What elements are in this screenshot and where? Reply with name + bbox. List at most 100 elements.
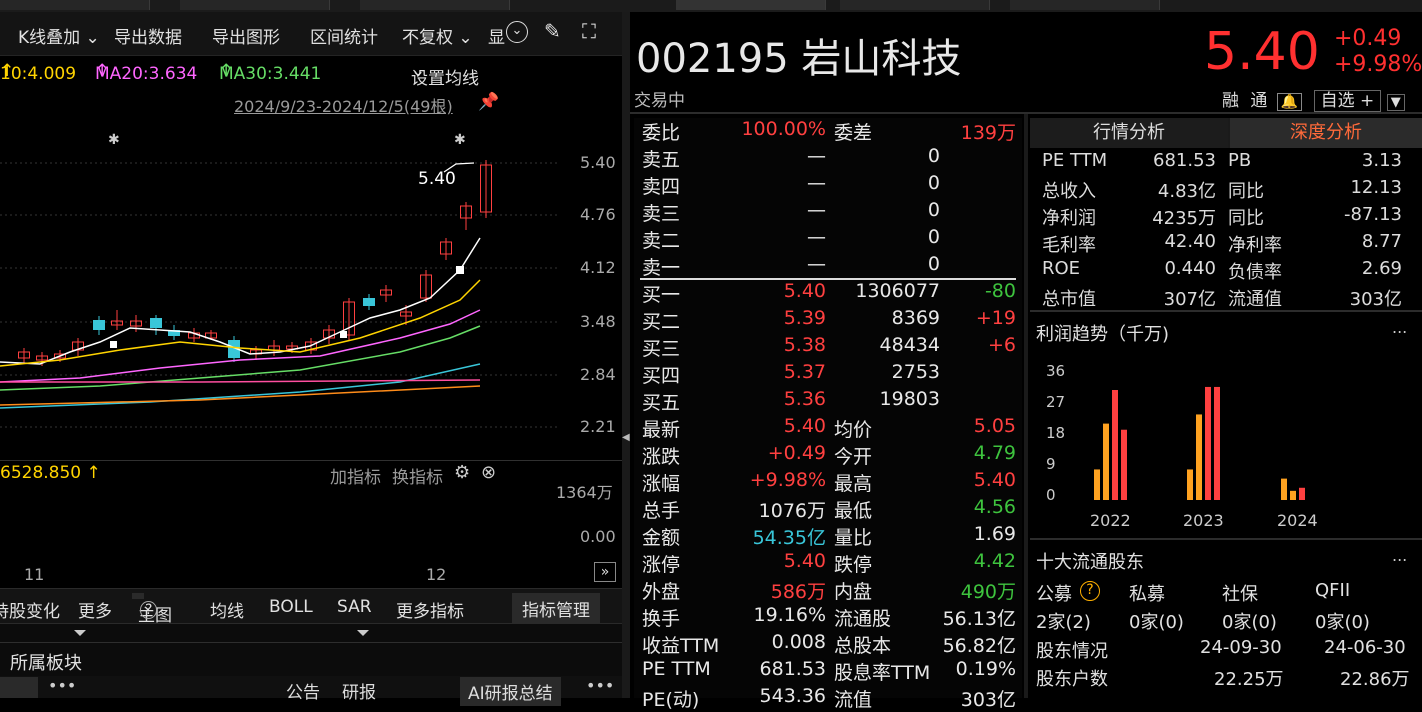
more-icon[interactable]: ... <box>1392 546 1407 565</box>
help-icon[interactable]: ? <box>1080 581 1100 601</box>
tab-main-chart[interactable]: 主图? <box>132 593 172 626</box>
draw-pen-icon[interactable]: ✎ <box>544 19 561 43</box>
value: 4.83亿 <box>1157 181 1216 202</box>
ai-summary-button[interactable]: AI研报总结 <box>460 677 561 706</box>
kline-overlay-menu[interactable]: K线叠加 ⌄ <box>18 23 100 48</box>
value: 490万 <box>960 581 1016 603</box>
set-ma-menu[interactable]: 设置均线 ⌄ <box>411 61 479 89</box>
tab-more[interactable]: 更多 <box>78 597 112 622</box>
window-tab[interactable] <box>0 0 150 10</box>
holder-count: 0家(0) <box>1129 612 1184 633</box>
y-tick: 4.12 <box>580 258 616 277</box>
stat-row: 换手 19.16% 流通股 56.13亿 <box>634 604 1022 631</box>
volume: 1306077 <box>855 280 940 302</box>
gear-icon[interactable]: ⚙ <box>454 462 470 483</box>
kline-chart[interactable] <box>0 120 622 460</box>
top-holders-title: 十大流通股东 <box>1036 552 1144 573</box>
export-data-button[interactable]: 导出数据 <box>114 23 182 48</box>
profit-y-tick: 36 <box>1046 362 1065 380</box>
switch-indicator-button[interactable]: 换指标 <box>392 463 443 488</box>
more-icon[interactable]: ... <box>1392 318 1407 337</box>
connect-badge[interactable]: 通 <box>1250 91 1267 111</box>
value: 19.16% <box>753 604 826 626</box>
event-marker-icon[interactable]: ✱ <box>108 132 120 148</box>
more-icon[interactable]: ••• <box>586 676 614 695</box>
tab-holding-change[interactable]: 持股变化 <box>0 597 60 622</box>
ma30-value: MA30:3.441 ↑ <box>219 61 322 84</box>
add-watchlist-button[interactable]: 自选 + <box>1313 90 1382 112</box>
kline-overlay-label: K线叠加 <box>18 28 81 48</box>
window-tab[interactable] <box>1010 0 1160 10</box>
change: +6 <box>987 334 1016 356</box>
sector-panel-header: 所属板块 <box>0 642 622 676</box>
tab-ma[interactable]: 均线 <box>210 597 244 622</box>
margin-badge[interactable]: 融 <box>1222 91 1239 111</box>
panel-divider[interactable]: ◀ <box>622 12 630 698</box>
tab-boll[interactable]: BOLL <box>269 597 313 617</box>
value: +9.98% <box>749 469 826 491</box>
more-icon[interactable]: ••• <box>48 676 76 695</box>
value: 681.53 <box>1153 150 1216 171</box>
collapse-arrow-icon[interactable] <box>357 630 369 636</box>
price: 5.36 <box>783 388 826 410</box>
window-tab-strip <box>0 0 1422 12</box>
value: 5.40 <box>783 550 826 572</box>
holder-type-tab[interactable]: 社保 <box>1222 580 1258 606</box>
window-tab[interactable] <box>360 0 510 10</box>
ask-row: 卖二 —0 <box>634 226 1022 253</box>
tab-sar[interactable]: SAR <box>337 597 372 617</box>
profit-bar <box>1121 429 1127 500</box>
current-price: 5.40 <box>1204 22 1320 82</box>
price: 5.38 <box>783 334 826 356</box>
y-tick: 4.76 <box>580 205 616 224</box>
tab-more-indicators[interactable]: 更多指标 <box>396 597 464 622</box>
candle-body <box>150 318 162 328</box>
window-tab[interactable] <box>676 0 826 10</box>
volume: 0 <box>927 172 940 194</box>
pin-icon[interactable]: 📌 <box>478 92 499 112</box>
tab-research[interactable]: 研报 <box>342 678 376 703</box>
watchlist-dropdown-icon[interactable]: ▼ <box>1386 94 1405 111</box>
value: 22.86万 <box>1340 669 1410 690</box>
window-tab[interactable] <box>180 0 330 10</box>
close-icon[interactable]: ⊗ <box>481 462 496 483</box>
holder-type-tab[interactable]: 私募 <box>1129 580 1165 606</box>
date: 24-09-30 <box>1200 637 1282 658</box>
fullscreen-icon[interactable]: ⛶ <box>582 19 596 43</box>
tab-announcements[interactable]: 公告 <box>286 678 320 703</box>
analysis-tabs: 行情分析 深度分析 <box>1030 118 1422 148</box>
event-marker-icon[interactable]: ✱ <box>454 132 466 148</box>
tab-market-analysis[interactable]: 行情分析 <box>1030 118 1228 148</box>
scroll-right-icon[interactable]: » <box>594 562 616 582</box>
add-indicator-button[interactable]: 加指标 <box>330 463 381 488</box>
label: 股东户数 <box>1036 669 1108 690</box>
tab-deep-analysis[interactable]: 深度分析 <box>1230 118 1422 148</box>
adjust-menu[interactable]: 不复权 ⌄ <box>402 23 473 48</box>
profit-bar <box>1205 386 1211 500</box>
profit-year-label: 2023 <box>1183 511 1224 530</box>
holder-type-tab[interactable]: QFII <box>1315 580 1350 601</box>
window-tab[interactable] <box>840 0 990 10</box>
change: +19 <box>975 307 1016 329</box>
date-range[interactable]: 2024/9/23-2024/12/5(49根) <box>234 93 453 117</box>
separator <box>1030 310 1422 312</box>
profit-year-label: 2024 <box>1277 511 1318 530</box>
volume: 8369 <box>891 307 940 329</box>
holder-type-tab[interactable]: 公募 <box>1036 580 1072 606</box>
collapse-arrow-icon[interactable] <box>74 630 86 636</box>
stock-actions: 融 通 🔔 自选 + ▼ <box>1222 86 1405 112</box>
export-chart-button[interactable]: 导出图形 <box>212 23 280 48</box>
y-tick: 2.84 <box>580 365 616 384</box>
ma-marker <box>110 341 117 348</box>
indicator-manage-button[interactable]: 指标管理 <box>512 593 600 624</box>
collapse-left-icon[interactable]: ◀ <box>622 432 630 443</box>
splitter[interactable] <box>0 624 622 642</box>
price: — <box>807 253 826 275</box>
sector-tab[interactable] <box>0 677 38 698</box>
display-menu[interactable]: 显 <box>488 23 505 48</box>
profit-y-tick: 0 <box>1046 486 1056 504</box>
price: — <box>807 145 826 167</box>
chevron-down-icon[interactable]: ⌄ <box>506 21 528 43</box>
range-stats-button[interactable]: 区间统计 <box>310 23 378 48</box>
bell-icon[interactable]: 🔔 <box>1276 93 1303 111</box>
